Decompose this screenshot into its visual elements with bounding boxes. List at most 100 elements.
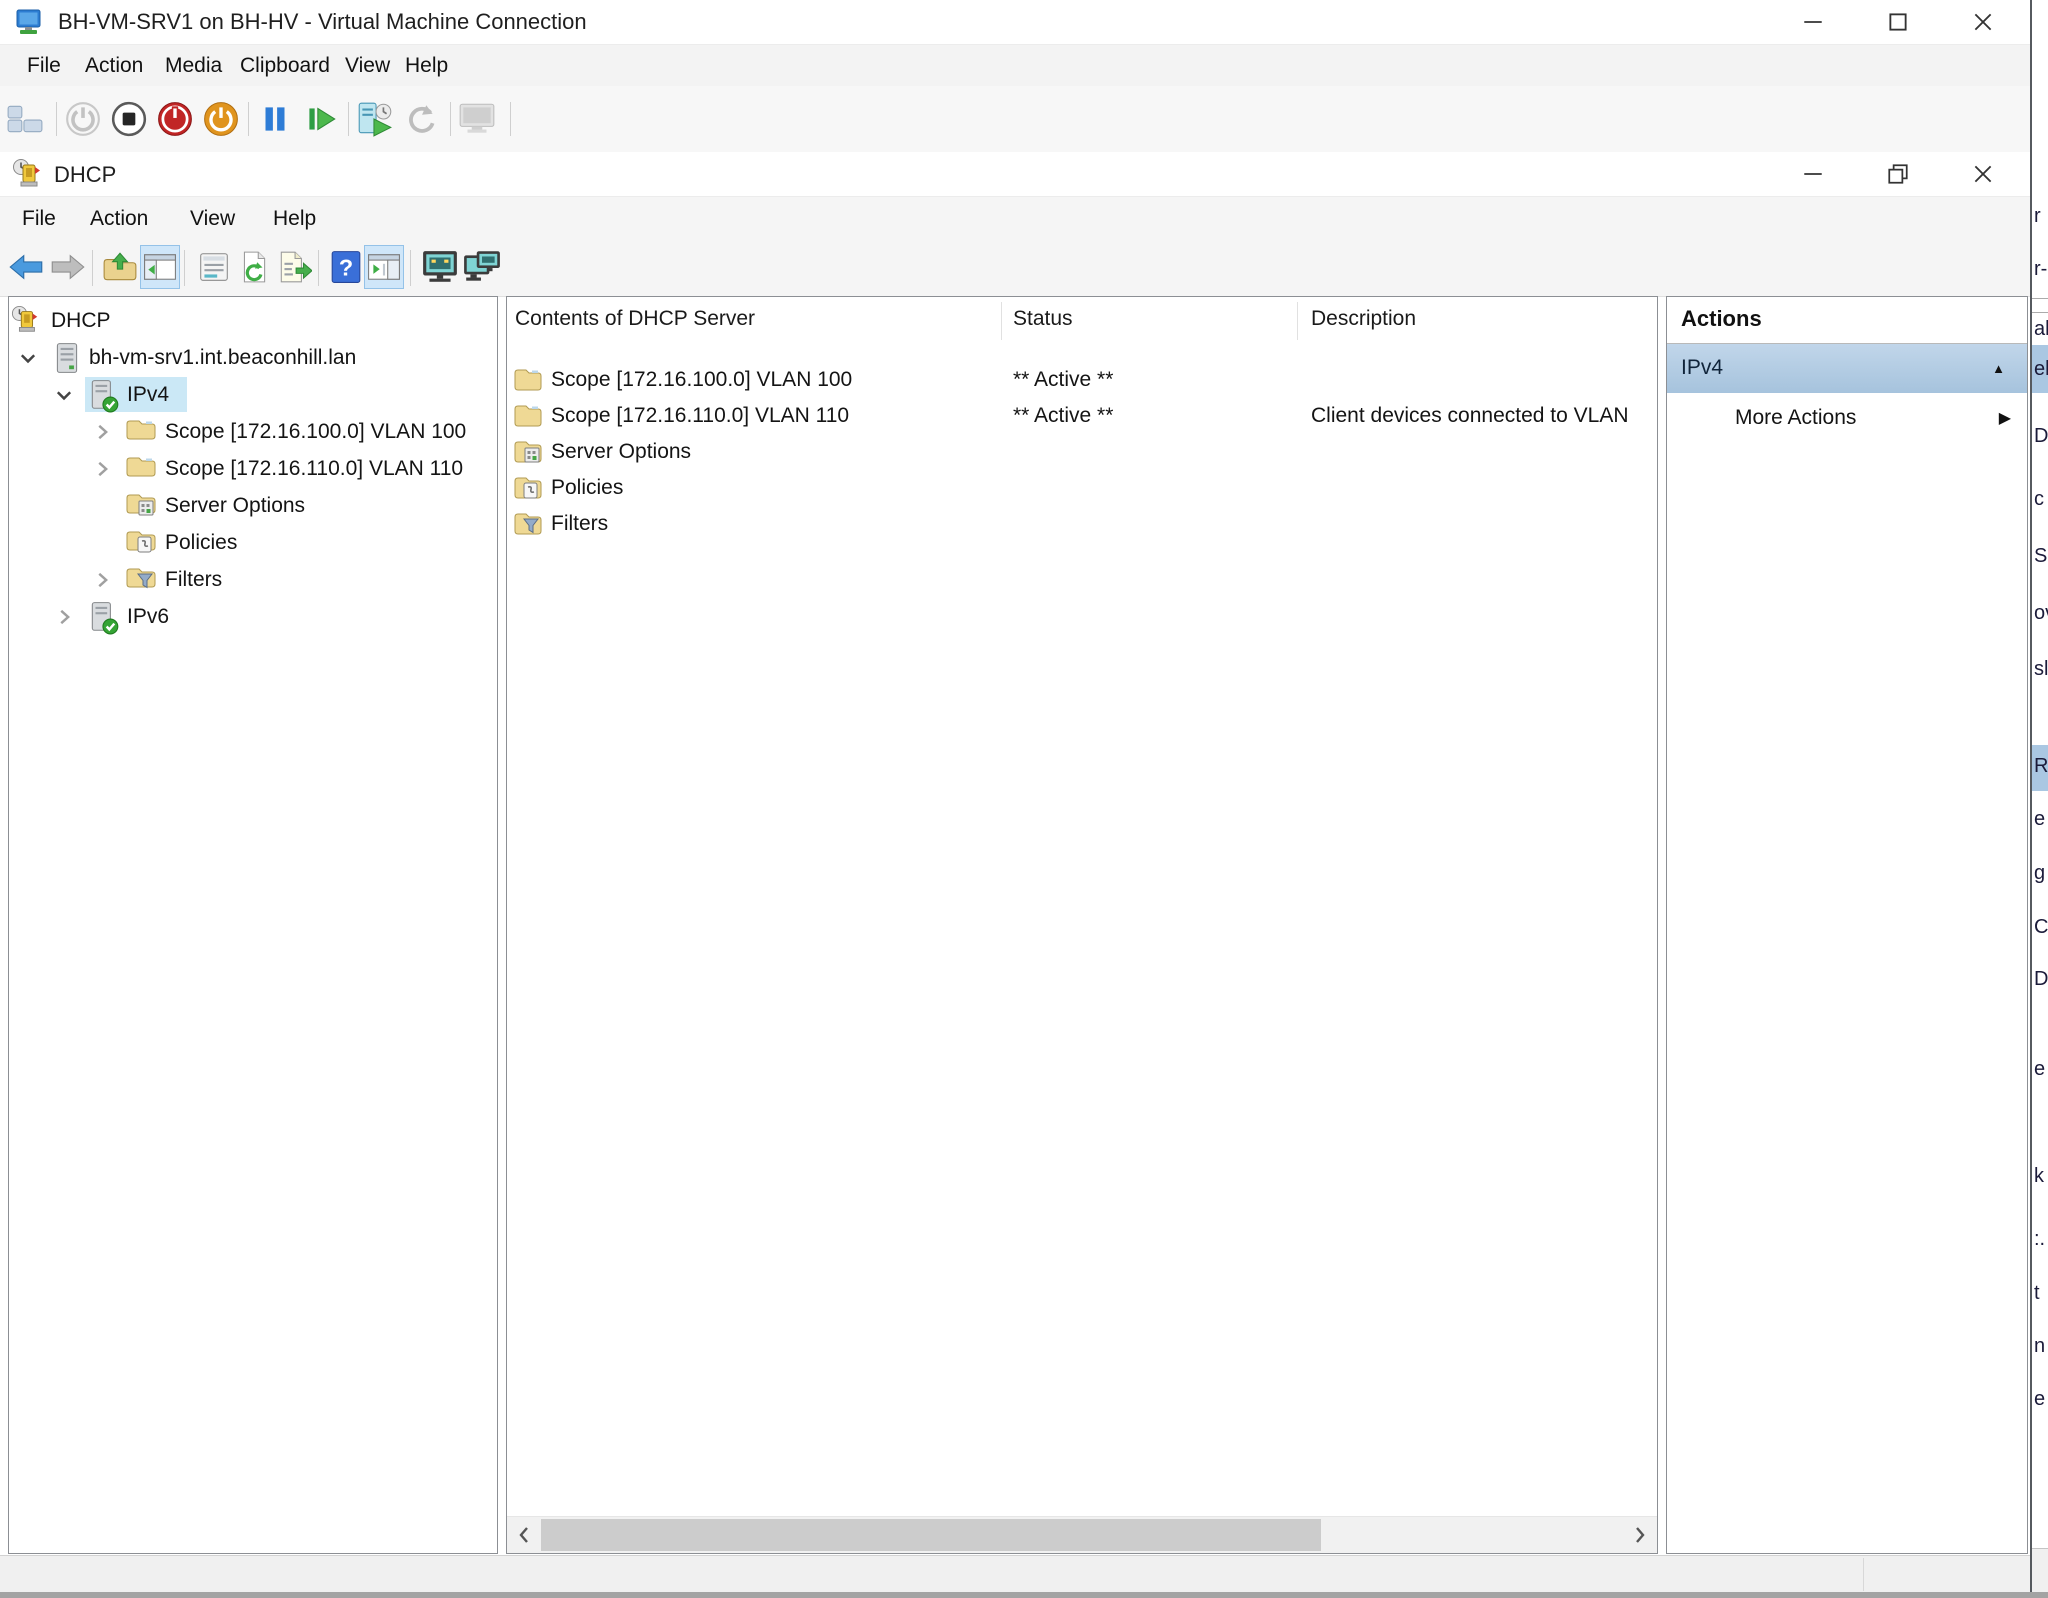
toolbar-separator — [410, 250, 411, 286]
forward-icon[interactable] — [48, 245, 88, 289]
help-icon[interactable]: ? — [326, 245, 366, 289]
up-one-level-icon[interactable] — [100, 245, 140, 289]
column-divider[interactable] — [1297, 302, 1298, 340]
remote-desktop-icon[interactable] — [420, 245, 460, 289]
collapse-group-icon[interactable]: ▲ — [1992, 361, 2005, 376]
list-cell-name: Scope [172.16.110.0] VLAN 110 — [551, 404, 850, 427]
edge-divider-line — [2032, 312, 2048, 313]
list-row-scope-110[interactable]: Scope [172.16.110.0] VLAN 110 ** Active … — [507, 399, 1657, 435]
dhcp-window-title: DHCP — [54, 162, 117, 187]
actions-group-label: IPv4 — [1681, 356, 1724, 379]
tree-item-ipv4[interactable]: IPv4 — [9, 377, 497, 413]
properties-icon[interactable] — [194, 245, 234, 289]
chevron-collapsed-icon[interactable] — [91, 421, 113, 443]
edge-divider-line — [2032, 298, 2048, 299]
vm-menu-view[interactable]: View — [339, 45, 396, 86]
column-header-contents[interactable]: Contents of DHCP Server — [515, 307, 755, 331]
vm-menu-action[interactable]: Action — [79, 45, 149, 86]
chevron-expanded-icon[interactable] — [17, 347, 39, 369]
tree-item-label: Filters — [165, 568, 223, 591]
list-cell-status: ** Active ** — [1013, 368, 1114, 391]
ctrl-alt-del-icon[interactable] — [4, 97, 46, 141]
close-button[interactable] — [1956, 2, 2010, 42]
toolbar-separator — [450, 102, 451, 136]
list-row-filters[interactable]: Filters — [507, 507, 1657, 543]
dhcp-menu-file[interactable]: File — [16, 197, 62, 241]
more-actions-item[interactable]: More Actions ▶ — [1667, 397, 2027, 441]
background-window-edge[interactable]: r r- al el Di c S ov sl R e g C D e k :.… — [2030, 0, 2048, 1592]
vm-toolbar — [0, 86, 2030, 153]
tree-item-dhcp-root[interactable]: DHCP — [9, 303, 497, 339]
tree-item-label: bh-vm-srv1.int.beaconhill.lan — [89, 346, 357, 369]
column-divider[interactable] — [1001, 302, 1002, 340]
tree-item-label: Scope [172.16.100.0] VLAN 100 — [165, 420, 467, 443]
turn-off-icon[interactable] — [108, 97, 150, 141]
list-cell-name: Filters — [551, 512, 609, 535]
status-bar — [0, 1555, 2030, 1593]
edge-text-fragment: r- — [2034, 258, 2048, 280]
scrollbar-thumb[interactable] — [541, 1519, 1321, 1551]
tree-item-scope-110[interactable]: Scope [172.16.110.0] VLAN 110 — [9, 451, 497, 487]
contents-list-pane: Contents of DHCP Server Status Descripti… — [506, 296, 1658, 1554]
export-list-icon[interactable] — [274, 245, 314, 289]
scroll-right-arrow[interactable] — [1623, 1517, 1657, 1553]
tree-item-server[interactable]: bh-vm-srv1.int.beaconhill.lan — [9, 340, 497, 376]
filters-folder-icon — [125, 564, 157, 596]
reset-icon[interactable] — [300, 97, 342, 141]
dhcp-menu-action[interactable]: Action — [84, 197, 154, 241]
tree-item-scope-100[interactable]: Scope [172.16.100.0] VLAN 100 — [9, 414, 497, 450]
edge-text-fragment: t — [2034, 1282, 2040, 1304]
dhcp-restore-button[interactable] — [1871, 154, 1925, 194]
dhcp-minimize-button[interactable] — [1786, 154, 1840, 194]
tree-item-label: IPv4 — [127, 383, 170, 406]
chevron-collapsed-icon[interactable] — [91, 569, 113, 591]
back-icon[interactable] — [6, 245, 46, 289]
list-cell-description: Client devices connected to VLAN — [1311, 404, 1629, 427]
scroll-left-arrow[interactable] — [507, 1517, 541, 1553]
pause-icon[interactable] — [254, 97, 296, 141]
edge-text-fragment: n — [2034, 1335, 2046, 1357]
shut-down-icon[interactable] — [154, 97, 196, 141]
tree-item-policies[interactable]: Policies — [9, 525, 497, 561]
start-icon[interactable] — [62, 97, 104, 141]
chevron-collapsed-icon[interactable] — [53, 606, 75, 628]
maximize-button[interactable] — [1871, 2, 1925, 42]
refresh-icon[interactable] — [234, 245, 274, 289]
dhcp-close-button[interactable] — [1956, 154, 2010, 194]
horizontal-scrollbar[interactable] — [507, 1516, 1657, 1553]
remote-desktops-icon[interactable] — [462, 245, 502, 289]
minimize-button[interactable] — [1786, 2, 1840, 42]
status-bar-divider — [1863, 1558, 1864, 1591]
list-row-scope-100[interactable]: Scope [172.16.100.0] VLAN 100 ** Active … — [507, 363, 1657, 399]
toolbar-separator — [510, 102, 511, 136]
dhcp-menu-help[interactable]: Help — [267, 197, 322, 241]
edge-text-fragment: S — [2034, 545, 2048, 567]
vm-menu-clipboard[interactable]: Clipboard — [234, 45, 336, 86]
scope-folder-icon — [513, 366, 543, 394]
tree-item-label: IPv6 — [127, 605, 170, 628]
column-header-description[interactable]: Description — [1311, 307, 1416, 331]
actions-group-ipv4[interactable]: IPv4 ▲ — [1667, 344, 2027, 393]
chevron-expanded-icon[interactable] — [53, 384, 75, 406]
column-header-status[interactable]: Status — [1013, 307, 1073, 331]
tree-item-filters[interactable]: Filters — [9, 562, 497, 598]
show-action-pane-icon[interactable] — [364, 245, 404, 289]
tree-item-ipv6[interactable]: IPv6 — [9, 599, 497, 635]
enhanced-session-icon[interactable] — [456, 97, 498, 141]
vm-menu-file[interactable]: File — [21, 45, 67, 86]
dhcp-menu-view[interactable]: View — [184, 197, 241, 241]
revert-icon[interactable] — [400, 97, 442, 141]
vm-menu-media[interactable]: Media — [159, 45, 228, 86]
actions-pane: Actions IPv4 ▲ More Actions ▶ — [1666, 296, 2028, 1554]
edge-text-fragment: r — [2034, 205, 2041, 227]
tree-item-server-options[interactable]: Server Options — [9, 488, 497, 524]
vm-menu-help[interactable]: Help — [399, 45, 454, 86]
edge-text-fragment: ov — [2034, 602, 2048, 624]
list-row-server-options[interactable]: Server Options — [507, 435, 1657, 471]
checkpoint-icon[interactable] — [354, 97, 396, 141]
list-row-policies[interactable]: Policies — [507, 471, 1657, 507]
show-console-tree-icon[interactable] — [140, 245, 180, 289]
chevron-collapsed-icon[interactable] — [91, 458, 113, 480]
save-icon[interactable] — [200, 97, 242, 141]
toolbar-separator — [318, 250, 319, 286]
